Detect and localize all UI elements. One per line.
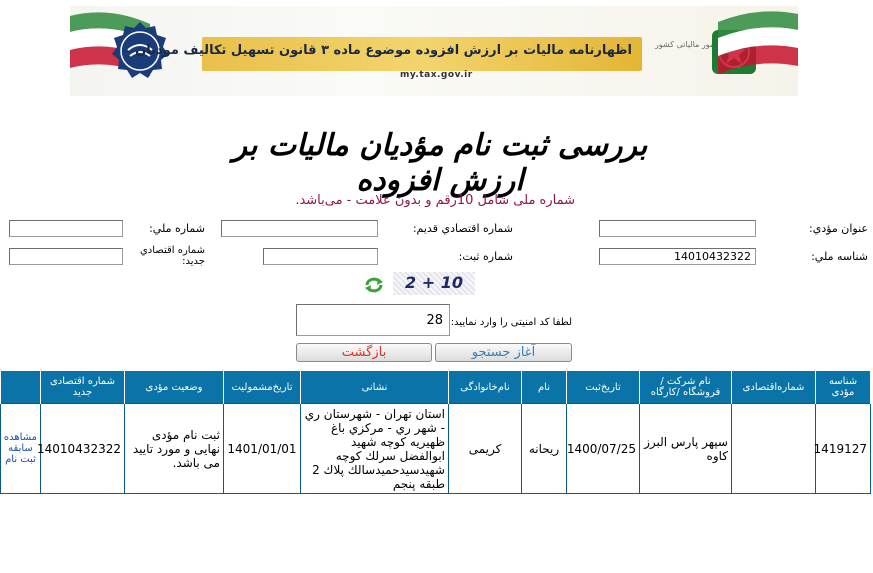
old-economic-number-input[interactable] [221,220,378,237]
header-taxpayer-status: وضعیت مؤدی [124,371,224,404]
captcha-text: 2 + 10 [405,273,463,292]
cell-first-name: ریحانه [521,403,567,494]
national-id-input[interactable] [599,248,756,265]
header-new-economic-number: شماره اقتصادی جدید [40,371,125,404]
table-row: 1419127 سپهر پارس البرز کاوه 1400/07/25 … [0,403,871,494]
back-button[interactable]: بازگشت [296,343,432,362]
header-banner: اظهارنامه مالیات بر ارزش افزوده موضوع ما… [70,6,798,96]
header-address: نشانی [300,371,449,404]
search-button[interactable]: آغاز جستجو [435,343,572,362]
banner-title: اظهارنامه مالیات بر ارزش افزوده موضوع ما… [135,43,632,58]
banner-url: my.tax.gov.ir [400,70,473,80]
header-economic-number: شماره‌اقتصادی [731,371,816,404]
new-economic-number-input[interactable] [9,248,123,265]
national-id-label: شناسه ملي: [811,250,868,263]
page-title: بررسی ثبت نام مؤدیان مالیات بر ارزش افزو… [232,128,649,198]
new-economic-number-label: شماره اقتصادي جديد: [139,245,205,267]
taxpayer-title-input[interactable] [599,220,756,237]
cell-taxpayer-status: ثبت نام مؤدی نهایی و مورد تایید می باشد. [124,403,224,494]
cell-new-economic-number: 14010432322 [37,403,125,494]
header-taxpayer-id: شناسه مؤدی [815,371,871,404]
header-first-name: نام [521,371,567,404]
header-inclusion-date: تاریخ‌مشمولیت [223,371,301,404]
national-number-input[interactable] [9,220,123,237]
captcha-image: 2 + 10 [393,272,475,295]
national-number-label: شماره ملي: [149,222,205,235]
national-number-note: شماره ملی شامل 10رقم و بدون علامت - می‌ب… [295,193,575,208]
header-last-name: نام‌خانوادگی [448,371,522,404]
cell-address: استان تهران - شهرستان ري - شهر ري - مركز… [300,403,449,494]
cell-registration-date: 1400/07/25 [566,403,640,494]
iran-flag-right-image [718,11,798,74]
captcha-label: لطفا کد امنيتی را وارد نماييد: [450,317,572,328]
cell-economic-number [731,403,816,494]
registration-number-label: شماره ثبت: [458,250,513,263]
header-actions [0,371,41,404]
old-economic-number-label: شماره اقتصادي قديم: [412,222,513,235]
cell-company-name: سپهر پارس البرز کاوه [639,403,732,494]
table-header-row: شناسه مؤدی شماره‌اقتصادی نام شرکت / فروش… [0,371,871,404]
banner-title-strip: اظهارنامه مالیات بر ارزش افزوده موضوع ما… [135,37,642,71]
registration-number-input[interactable] [263,248,378,265]
header-company-name: نام شرکت / فروشگاه /کارگاه [639,371,732,404]
taxpayer-title-label: عنوان مؤدي: [809,222,868,235]
cell-inclusion-date: 1401/01/01 [223,403,301,494]
view-registration-history-link[interactable]: مشاهده سابقه ثبت نام [0,403,41,494]
cell-last-name: کریمی [448,403,522,494]
results-table: شناسه مؤدی شماره‌اقتصادی نام شرکت / فروش… [0,371,871,494]
refresh-captcha-icon[interactable] [363,276,385,294]
captcha-input[interactable] [296,304,450,336]
cell-taxpayer-id: 1419127 [814,403,871,494]
header-registration-date: تاریخ‌ثبت [566,371,640,404]
